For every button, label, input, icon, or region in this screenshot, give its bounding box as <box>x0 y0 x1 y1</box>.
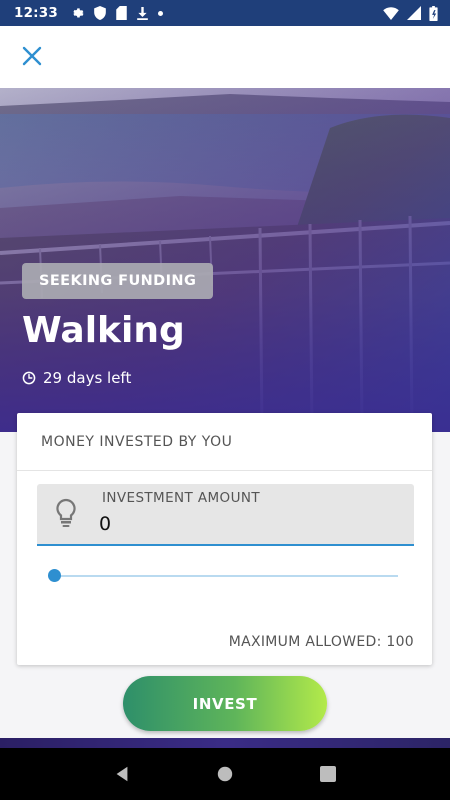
wifi-icon <box>383 6 399 20</box>
lightbulb-icon <box>56 498 76 527</box>
slider-track <box>54 575 398 577</box>
sd-card-icon <box>116 6 127 20</box>
investment-slider[interactable] <box>48 568 398 584</box>
signal-icon <box>407 6 421 20</box>
status-left-icons <box>70 6 163 20</box>
investment-card: MONEY INVESTED BY YOU INVESTMENT AMOUNT … <box>17 413 432 665</box>
investment-amount-field[interactable]: INVESTMENT AMOUNT <box>37 484 414 546</box>
status-right-icons <box>383 5 438 21</box>
shield-icon <box>94 6 106 20</box>
top-app-bar <box>0 26 450 88</box>
home-button[interactable] <box>210 759 240 789</box>
investment-amount-label: INVESTMENT AMOUNT <box>102 490 261 506</box>
home-icon <box>217 766 233 782</box>
recents-icon <box>320 766 337 782</box>
settings-icon <box>73 8 84 18</box>
slider-thumb[interactable] <box>48 569 61 582</box>
page-title: Walking <box>22 310 185 351</box>
investment-amount-input[interactable] <box>97 510 391 538</box>
status-badge: SEEKING FUNDING <box>22 263 214 299</box>
back-button[interactable] <box>107 759 137 789</box>
status-bar: 12:33 <box>0 0 450 26</box>
days-left-text: 29 days left <box>43 369 132 387</box>
back-icon <box>116 766 128 782</box>
clock-icon <box>22 371 36 385</box>
maximum-allowed: MAXIMUM ALLOWED: 100 <box>228 634 414 650</box>
battery-icon <box>429 5 438 21</box>
invest-button[interactable]: INVEST <box>123 676 327 731</box>
status-time: 12:33 <box>14 5 58 21</box>
close-icon <box>22 46 42 66</box>
days-left: 29 days left <box>22 369 131 387</box>
close-button[interactable] <box>16 40 48 72</box>
download-icon <box>137 6 148 20</box>
card-header: MONEY INVESTED BY YOU <box>17 413 432 471</box>
hero-banner: SEEKING FUNDING Walking 29 days left <box>0 88 450 432</box>
system-nav-bar <box>0 748 450 800</box>
dot-icon <box>157 10 163 16</box>
recents-button[interactable] <box>313 759 343 789</box>
bottom-strip <box>0 738 450 748</box>
